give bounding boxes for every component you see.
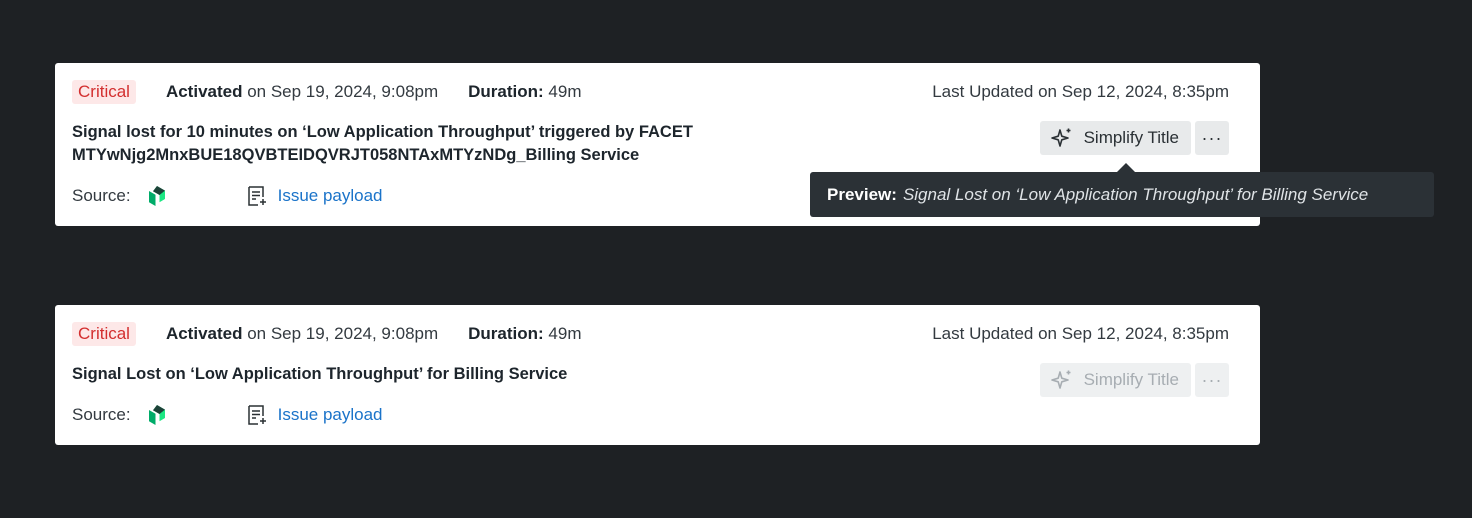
more-options-button[interactable]: ··· — [1195, 121, 1229, 155]
preview-tooltip: Preview: Signal Lost on ‘Low Application… — [810, 172, 1434, 217]
issue-title-line: MTYwNjg2MnxBUE18QVBTEIDQVRJT058NTAxMTYzN… — [72, 146, 640, 164]
last-updated: Last Updated on Sep 12, 2024, 8:35pm — [932, 82, 1229, 101]
sparkle-icon — [1050, 368, 1074, 392]
issue-title-line: Signal Lost on ‘Low Application Throughp… — [72, 365, 568, 383]
document-add-icon — [245, 184, 269, 208]
activated-label: Activated — [165, 324, 243, 343]
document-add-icon — [245, 403, 269, 427]
tooltip-arrow — [1117, 163, 1135, 172]
issue-actions: Simplify Title ··· — [1039, 363, 1229, 397]
activated-value: on Sep 19, 2024, 9:08pm — [242, 82, 439, 101]
tooltip-text: Signal Lost on ‘Low Application Throughp… — [902, 184, 1369, 204]
new-relic-logo-icon — [145, 403, 169, 427]
simplify-title-button[interactable]: Simplify Title — [1039, 121, 1191, 155]
activated-info: Activated on Sep 19, 2024, 9:08pm — [166, 82, 438, 102]
activated-info: Activated on Sep 19, 2024, 9:08pm — [166, 324, 438, 344]
duration-info: Duration: 49m — [468, 324, 581, 344]
simplify-title-label: Simplify Title — [1083, 128, 1179, 147]
issue-title: Signal Lost on ‘Low Application Throughp… — [72, 363, 792, 386]
duration-info: Duration: 49m — [468, 82, 581, 102]
source-label: Source: — [72, 186, 131, 205]
source-row: Source: Issue payload — [72, 403, 383, 427]
severity-badge: Critical — [72, 322, 136, 346]
issue-payload-label: Issue payload — [277, 186, 383, 205]
more-options-button[interactable]: ··· — [1195, 363, 1229, 397]
issue-payload-label: Issue payload — [277, 405, 383, 424]
activated-value: on Sep 19, 2024, 9:08pm — [242, 324, 439, 343]
duration-value: 49m — [543, 324, 582, 343]
source-label: Source: — [72, 405, 131, 424]
issue-meta-row: Critical Activated on Sep 19, 2024, 9:08… — [72, 80, 1229, 104]
issue-actions: Simplify Title ··· — [1039, 121, 1229, 155]
last-updated: Last Updated on Sep 12, 2024, 8:35pm — [932, 324, 1229, 343]
simplify-title-label: Simplify Title — [1083, 370, 1179, 389]
issue-card: Critical Activated on Sep 19, 2024, 9:08… — [55, 305, 1260, 445]
issue-meta-row: Critical Activated on Sep 19, 2024, 9:08… — [72, 322, 1229, 346]
issue-title: Signal lost for 10 minutes on ‘Low Appli… — [72, 121, 792, 167]
issue-title-line: Signal lost for 10 minutes on ‘Low Appli… — [72, 123, 693, 141]
duration-value: 49m — [543, 82, 582, 101]
duration-label: Duration: — [468, 324, 544, 343]
issue-payload-link[interactable]: Issue payload — [245, 403, 383, 427]
source-row: Source: Issue payload — [72, 184, 383, 208]
new-relic-logo-icon — [145, 184, 169, 208]
activated-label: Activated — [165, 82, 243, 101]
sparkle-icon — [1050, 126, 1074, 150]
tooltip-label: Preview: — [827, 184, 897, 204]
severity-badge: Critical — [72, 80, 136, 104]
issue-payload-link[interactable]: Issue payload — [245, 184, 383, 208]
simplify-title-button[interactable]: Simplify Title — [1039, 363, 1191, 397]
duration-label: Duration: — [468, 82, 544, 101]
